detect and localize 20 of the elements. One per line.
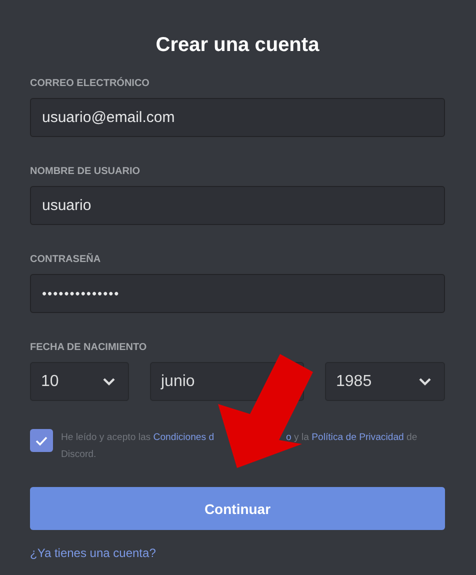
terms-link[interactable]: Condiciones d: [153, 432, 214, 443]
field-label: CORREO ELECTRÓNICO: [30, 78, 150, 90]
terms-link[interactable]: o: [286, 432, 292, 443]
input-field[interactable]: usuario: [30, 186, 445, 225]
date-dropdown[interactable]: 1985: [325, 362, 445, 401]
checkbox[interactable]: [30, 429, 53, 452]
login-link[interactable]: ¿Ya tienes una cuenta?: [30, 546, 156, 560]
agreement-text: He leído y acepto las Condiciones d o y la Política de Privacidad de Discord.: [61, 431, 418, 462]
field-label: CONTRASEÑA: [30, 254, 102, 266]
check-icon: [35, 436, 48, 446]
input-field[interactable]: usuario@email.com: [30, 98, 445, 137]
chevron-down-icon: [418, 377, 432, 386]
arrow-icon: [218, 354, 313, 468]
password-field[interactable]: ••••••••••••••: [30, 274, 445, 313]
chevron-down-icon: [102, 377, 116, 386]
field-label: NOMBRE DE USUARIO: [30, 166, 142, 178]
form-title: Crear una cuenta: [154, 33, 320, 58]
privacy-link[interactable]: Política de Privacidad: [312, 432, 404, 443]
field-label: FECHA DE NACIMIENTO: [30, 342, 148, 354]
date-dropdown[interactable]: 10: [30, 362, 129, 401]
